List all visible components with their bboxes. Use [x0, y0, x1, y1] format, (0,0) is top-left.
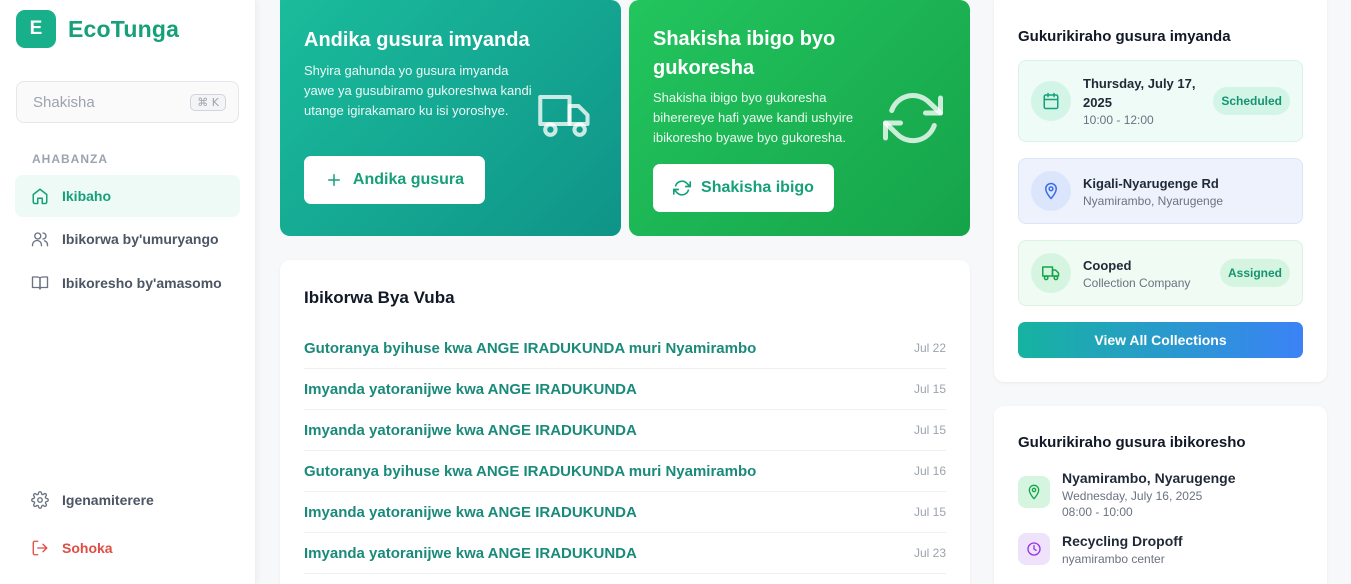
schedule-pickup-card: Andika gusura imyanda Shyira gahunda yo …	[280, 0, 621, 236]
sidebar-item-label: Igenamiterere	[62, 492, 154, 508]
location-box[interactable]: Kigali-Nyarugenge Rd Nyamirambo, Nyaruge…	[1018, 158, 1303, 224]
waste-tracking-title: Gukurikiraho gusura imyanda	[1018, 28, 1231, 45]
company-type: Collection Company	[1083, 275, 1191, 290]
activity-item[interactable]: Imyanda yatoranijwe kwa ANGE IRADUKUNDA …	[304, 369, 946, 410]
sidebar-item-settings[interactable]: Igenamiterere	[15, 479, 240, 521]
location-sub: Nyamirambo, Nyarugenge	[1083, 193, 1224, 208]
activity-title: Imyanda yatoranijwe kwa ANGE IRADUKUNDA	[304, 503, 637, 521]
clock-icon	[1018, 533, 1050, 565]
activity-title: Gutoranya byihuse kwa ANGE IRADUKUNDA mu…	[304, 462, 757, 480]
find-centers-card: Shakisha ibigo byo gukoresha Shakisha ib…	[629, 0, 970, 236]
plus-icon	[327, 174, 340, 186]
nav-section-label: AHABANZA	[32, 152, 108, 166]
location-main: Kigali-Nyarugenge Rd	[1083, 175, 1219, 191]
find-card-description: Shakisha ibigo byo gukoresha biherereye …	[653, 90, 854, 145]
schedule-pickup-button[interactable]: Andika gusura	[304, 156, 485, 204]
recycle-place-time: 08:00 - 10:00	[1062, 505, 1133, 519]
activity-date: Jul 22	[913, 341, 946, 355]
recycle-place-item[interactable]: Nyamirambo, Nyarugenge Wednesday, July 1…	[1018, 468, 1236, 520]
brand-name: EcoTunga	[68, 15, 180, 42]
home-icon	[32, 188, 48, 205]
recent-activity-title: Ibikorwa Bya Vuba	[304, 288, 455, 307]
activity-item[interactable]: Gutoranya byihuse kwa ANGE IRADUKUNDA mu…	[304, 328, 946, 369]
search-input[interactable]	[33, 93, 191, 111]
find-card-title: Shakisha ibigo byo gukoresha	[653, 28, 836, 79]
schedule-time: 10:00 - 12:00	[1083, 113, 1154, 127]
activity-title: Imyanda yatoranijwe kwa ANGE IRADUKUNDA	[304, 544, 637, 562]
activity-date: Jul 15	[913, 505, 946, 519]
activity-date: Jul 23	[913, 546, 946, 560]
schedule-date: Thursday, July 17, 2025	[1083, 76, 1196, 110]
logout-button[interactable]: Sohoka	[15, 527, 240, 569]
calendar-icon	[1031, 81, 1071, 121]
activity-item[interactable]: Imyanda yatoranijwe kwa ANGE IRADUKUNDA …	[304, 492, 946, 533]
sidebar-item-ikibaho[interactable]: Ikibaho	[15, 175, 240, 217]
company-box[interactable]: Cooped Collection Company Assigned	[1018, 240, 1303, 306]
recycle-tracking-title: Gukurikiraho gusura ibikoresho	[1018, 434, 1246, 451]
recent-activity-card: Ibikorwa Bya Vuba Gutoranya byihuse kwa …	[280, 260, 970, 584]
activity-item[interactable]: Gutoranya byihuse kwa ANGE IRADUKUNDA mu…	[304, 451, 946, 492]
activity-item[interactable]: Imyanda yatoranijwe kwa ANGE IRADUKUNDA …	[304, 533, 946, 574]
truck-icon	[1031, 253, 1071, 293]
sidebar: E EcoTunga ⌘ K AHABANZA Ikibaho Ibikorwa…	[0, 0, 256, 584]
button-label: Andika gusura	[352, 171, 465, 188]
dropoff-location: nyamirambo center	[1062, 552, 1165, 566]
status-badge: Assigned	[1219, 259, 1290, 287]
location-pin-icon	[1018, 476, 1050, 508]
sidebar-item-label: Ibikoresho by'amasomo	[62, 275, 222, 291]
recycle-place-date: Wednesday, July 16, 2025	[1062, 489, 1203, 503]
sidebar-item-resources[interactable]: Ibikoresho by'amasomo	[15, 262, 240, 304]
truck-icon	[538, 94, 590, 137]
view-all-collections-button[interactable]: View All Collections	[1018, 322, 1303, 358]
brand-logo: E	[16, 10, 56, 48]
sidebar-item-label: Ibikorwa by'umuryango	[62, 231, 219, 247]
activity-title: Gutoranya byihuse kwa ANGE IRADUKUNDA mu…	[304, 339, 757, 357]
sidebar-item-community[interactable]: Ibikorwa by'umuryango	[15, 218, 240, 260]
activity-date: Jul 16	[913, 464, 946, 478]
sidebar-item-label: Sohoka	[62, 540, 113, 556]
recycle-tracking-panel: Gukurikiraho gusura ibikoresho Nyamiramb…	[994, 406, 1327, 584]
book-icon	[31, 276, 49, 290]
recycle-dropoff-item[interactable]: Recycling Dropoff nyamirambo center	[1018, 531, 1183, 567]
sidebar-item-label: Ikibaho	[62, 188, 112, 204]
gear-icon	[31, 491, 49, 509]
recycle-place-name: Nyamirambo, Nyarugenge	[1062, 470, 1236, 486]
activity-title: Imyanda yatoranijwe kwa ANGE IRADUKUNDA	[304, 380, 637, 398]
company-name: Cooped	[1083, 257, 1132, 273]
activity-title: Imyanda yatoranijwe kwa ANGE IRADUKUNDA	[304, 421, 637, 439]
dropoff-name: Recycling Dropoff	[1062, 533, 1183, 549]
status-badge: Scheduled	[1213, 87, 1290, 115]
search-shortcut: ⌘ K	[190, 93, 226, 111]
search-box[interactable]: ⌘ K	[16, 81, 239, 123]
waste-tracking-panel: Gukurikiraho gusura imyanda Thursday, Ju…	[994, 0, 1327, 382]
brand[interactable]: E EcoTunga	[16, 10, 179, 48]
activity-date: Jul 15	[913, 423, 946, 437]
schedule-card-title: Andika gusura imyanda	[304, 29, 530, 51]
schedule-date-box[interactable]: Thursday, July 17, 2025 10:00 - 12:00 Sc…	[1018, 60, 1303, 142]
button-label: Shakisha ibigo	[701, 179, 814, 196]
schedule-card-description: Shyira gahunda yo gusura imyanda yawe ya…	[304, 63, 532, 118]
logout-icon	[32, 540, 48, 556]
refresh-icon	[673, 180, 692, 196]
location-pin-icon	[1031, 171, 1071, 211]
users-icon	[31, 232, 49, 247]
recycle-icon	[883, 93, 943, 144]
activity-date: Jul 15	[913, 382, 946, 396]
find-centers-button[interactable]: Shakisha ibigo	[653, 164, 834, 212]
activity-item[interactable]: Imyanda yatoranijwe kwa ANGE IRADUKUNDA …	[304, 410, 946, 451]
